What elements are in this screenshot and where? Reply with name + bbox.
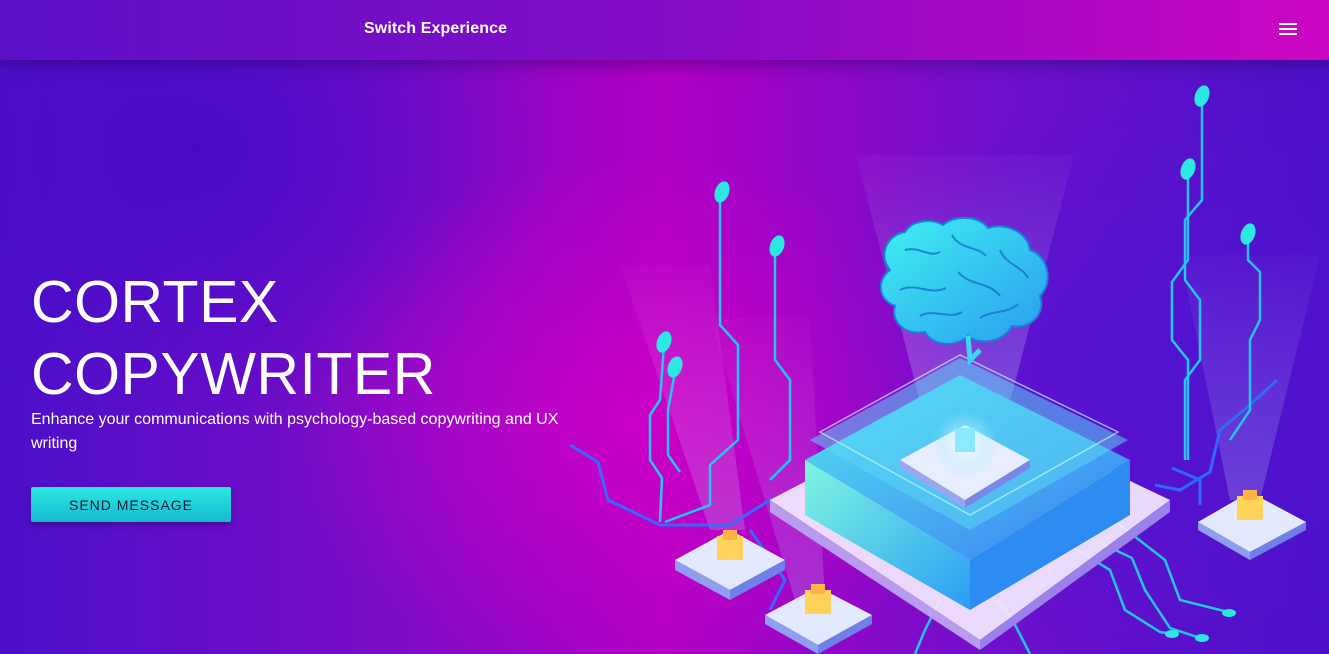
top-navbar: Switch Experience	[0, 0, 1329, 60]
menu-line	[1279, 23, 1297, 25]
menu-line	[1279, 28, 1297, 30]
menu-line	[1279, 33, 1297, 35]
page: Switch Experience CORTEX COPYWRITER Enha…	[0, 0, 1329, 654]
ai-brain-chip-icon	[569, 85, 1320, 654]
send-message-button[interactable]: SEND MESSAGE	[31, 487, 231, 522]
brand-name[interactable]: Switch Experience	[364, 20, 507, 38]
hero-title-line-1: CORTEX	[31, 269, 279, 335]
hero-subtitle: Enhance your communications with psychol…	[31, 411, 559, 452]
hero-title-line-2: COPYWRITER	[31, 341, 436, 407]
hamburger-menu-icon[interactable]	[1279, 20, 1297, 38]
hero-title: CORTEX COPYWRITER	[31, 266, 436, 410]
